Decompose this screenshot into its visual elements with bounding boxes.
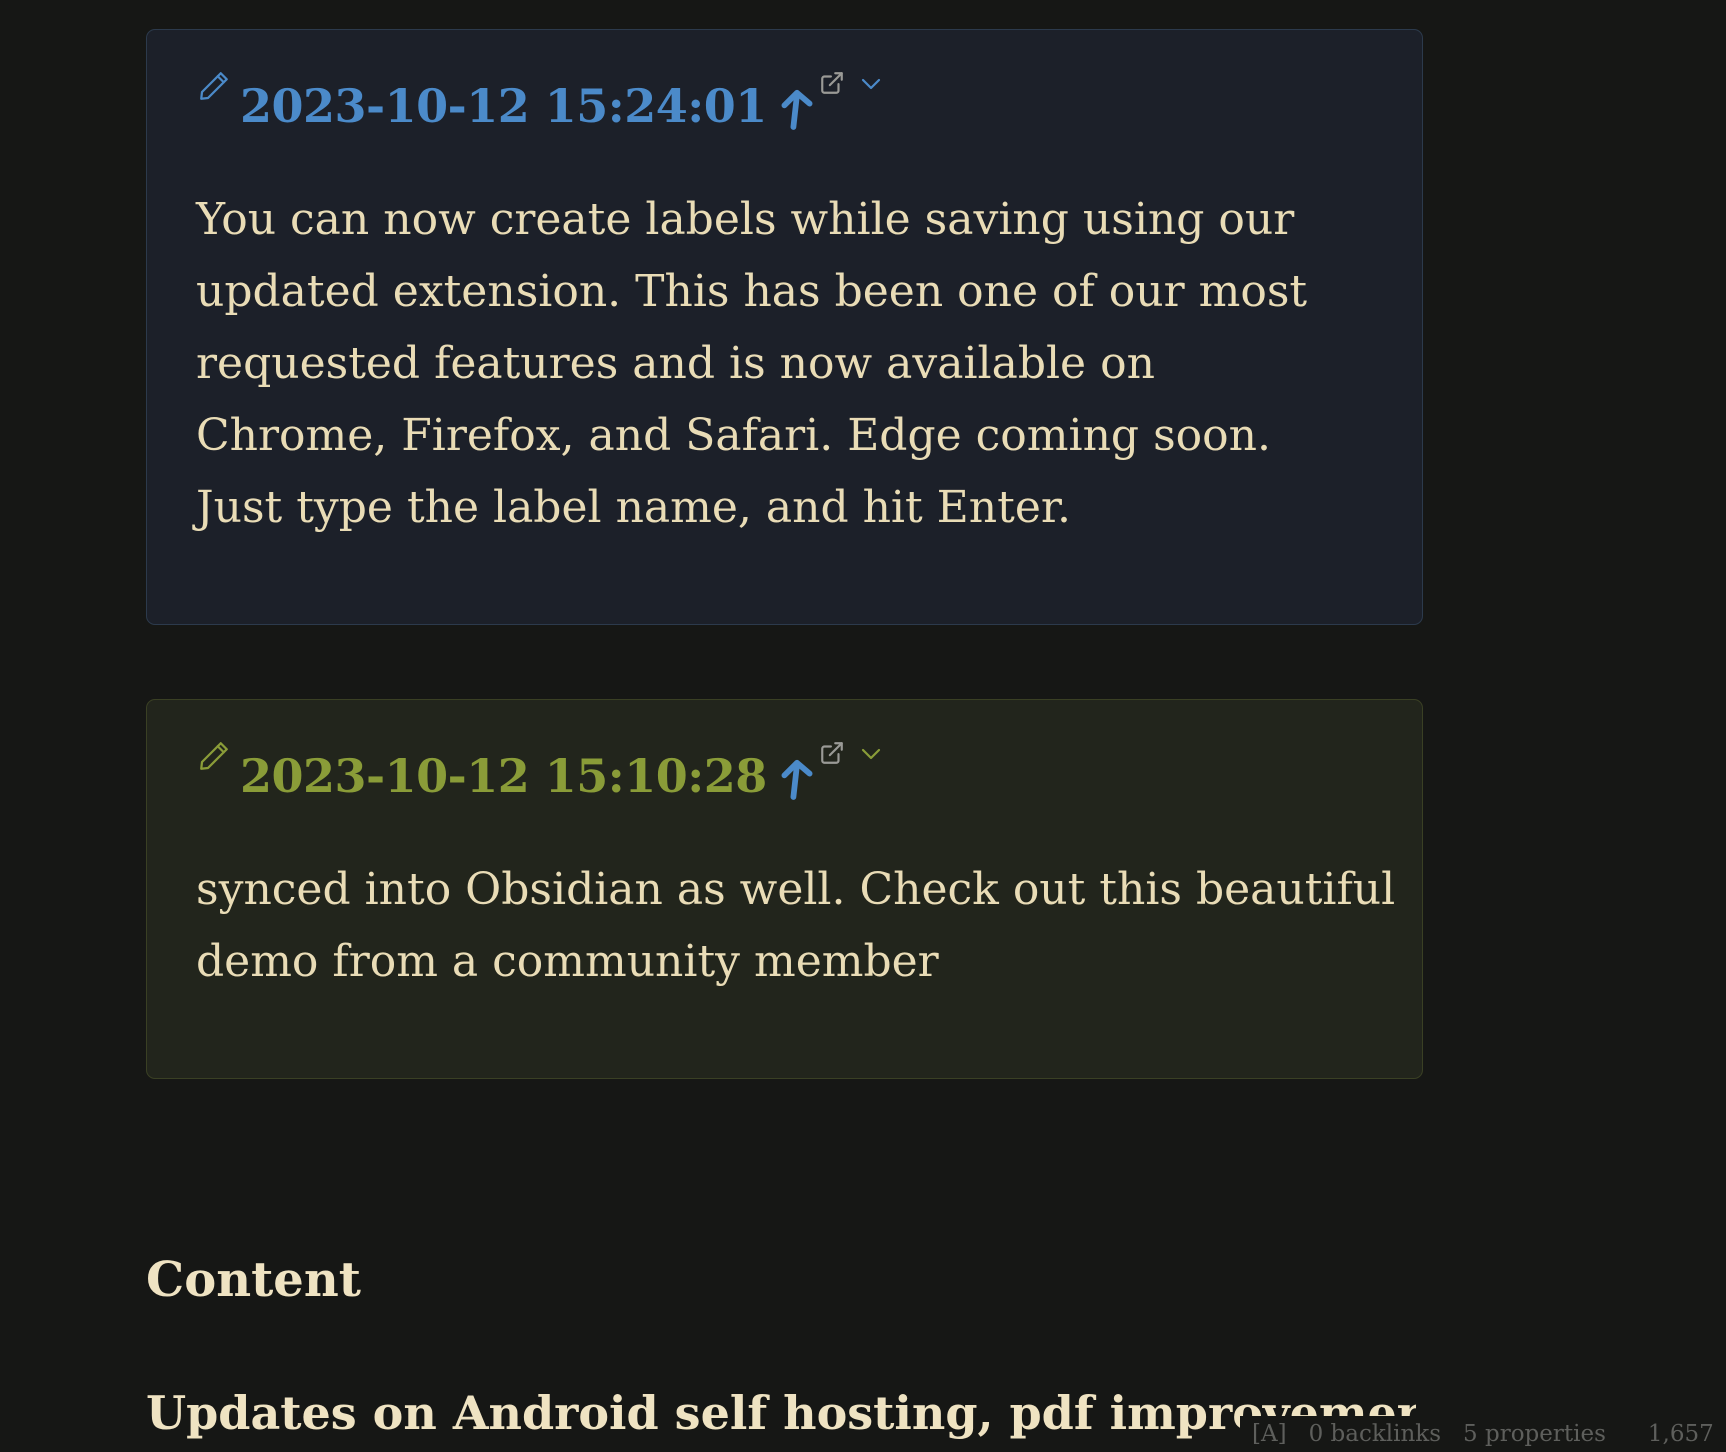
callout-header[interactable]: 2023-10-12 15:24:01: [196, 66, 883, 146]
callout-title: 2023-10-12 15:10:28: [240, 749, 767, 803]
properties-count[interactable]: 5 properties: [1463, 1421, 1606, 1447]
external-link-icon[interactable]: [819, 740, 845, 766]
callout-body: You can now create labels while saving u…: [196, 194, 1308, 533]
word-count: 1,657: [1647, 1421, 1714, 1447]
callout-title: 2023-10-12 15:24:01: [240, 79, 767, 133]
arrow-up-icon[interactable]: [779, 757, 815, 801]
pencil-icon: [200, 72, 228, 100]
callout-body: synced into Obsidian as well. Check out …: [196, 864, 1396, 987]
chevron-down-icon[interactable]: [859, 74, 883, 94]
callout-note-1: 2023-10-12 15:24:01 You can now create l…: [146, 29, 1423, 625]
content-heading: Content: [146, 1252, 361, 1308]
external-link-icon[interactable]: [819, 70, 845, 96]
updates-heading: Updates on Android self hosting, pdf imp…: [146, 1386, 1416, 1440]
status-bar: [A] 0 backlinks 5 properties 1,657: [1240, 1416, 1726, 1452]
callout-note-2: 2023-10-12 15:10:28 synced into Obsidian…: [146, 699, 1423, 1079]
arrow-up-icon[interactable]: [779, 87, 815, 131]
pencil-icon: [200, 742, 228, 770]
editor-mode-indicator[interactable]: [A]: [1252, 1421, 1287, 1447]
callout-header[interactable]: 2023-10-12 15:10:28: [196, 736, 883, 816]
chevron-down-icon[interactable]: [859, 744, 883, 764]
backlinks-count[interactable]: 0 backlinks: [1309, 1421, 1441, 1447]
